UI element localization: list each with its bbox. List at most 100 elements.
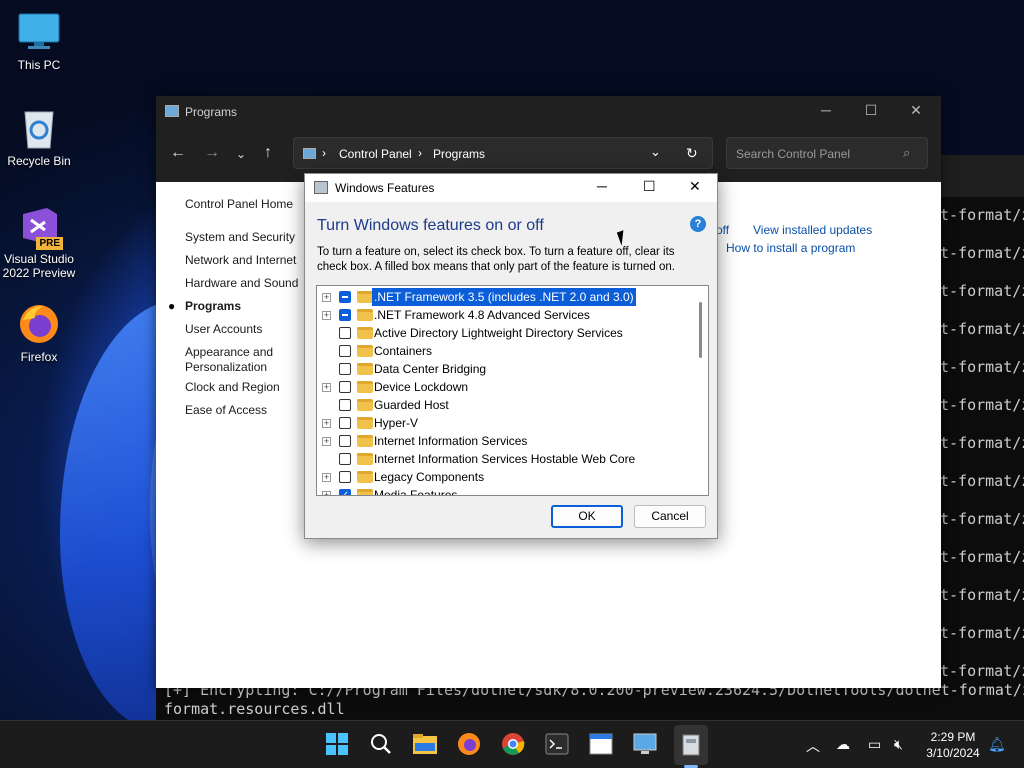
cancel-button[interactable]: Cancel: [634, 505, 706, 528]
search-input[interactable]: Search Control Panel: [736, 147, 850, 161]
address-dropdown-icon[interactable]: ⌄: [650, 144, 661, 160]
feature-label[interactable]: Data Center Bridging: [372, 360, 488, 378]
back-arrow-icon[interactable]: ←: [170, 144, 186, 162]
feature-row[interactable]: + Internet Information Services: [317, 432, 697, 450]
sidebar-item-appearance-line2[interactable]: Personalization: [185, 360, 267, 374]
maximize-button[interactable]: ☐: [856, 102, 886, 122]
feature-checkbox[interactable]: [339, 399, 351, 411]
help-icon[interactable]: ?: [690, 216, 706, 232]
system-clock[interactable]: 2:29 PM 3/10/2024: [918, 729, 988, 761]
windows-features-dialog[interactable]: Windows Features ─ ☐ ✕ Turn Windows feat…: [304, 173, 718, 539]
feature-row[interactable]: + Hyper-V: [317, 414, 697, 432]
feature-checkbox[interactable]: [339, 453, 351, 465]
terminal-line: t-format/z: [940, 396, 1024, 414]
feature-label[interactable]: .NET Framework 4.8 Advanced Services: [372, 306, 592, 324]
search-icon[interactable]: [368, 731, 394, 757]
feature-checkbox[interactable]: [339, 363, 351, 375]
file-explorer-icon[interactable]: [412, 731, 438, 757]
feature-label[interactable]: Guarded Host: [372, 396, 451, 414]
desktop-icon-firefox[interactable]: Firefox: [0, 302, 78, 364]
sidebar-control-panel-home[interactable]: Control Panel Home: [185, 197, 293, 211]
feature-checkbox[interactable]: ✓: [339, 489, 351, 495]
feature-label[interactable]: Containers: [372, 342, 434, 360]
feature-row[interactable]: + .NET Framework 3.5 (includes .NET 2.0 a…: [317, 288, 697, 306]
close-button[interactable]: ✕: [901, 102, 931, 122]
remote-desktop-icon[interactable]: [632, 731, 658, 757]
feature-row[interactable]: + .NET Framework 4.8 Advanced Services: [317, 306, 697, 324]
control-panel-icon[interactable]: [674, 725, 708, 765]
feature-row[interactable]: Active Directory Lightweight Directory S…: [317, 324, 697, 342]
chrome-icon[interactable]: [500, 731, 526, 757]
feature-label[interactable]: Legacy Components: [372, 468, 486, 486]
minimize-button[interactable]: ─: [597, 178, 607, 194]
network-icon[interactable]: ▭: [868, 736, 881, 753]
cloud-offline-icon[interactable]: ☁: [836, 736, 850, 753]
desktop-icon-visual-studio[interactable]: PRE Visual Studio 2022 Preview: [0, 204, 78, 280]
start-icon[interactable]: [324, 731, 350, 757]
maximize-button[interactable]: ☐: [643, 178, 656, 195]
feature-checkbox[interactable]: [339, 471, 351, 483]
terminal-icon[interactable]: [544, 731, 570, 757]
feature-row[interactable]: Containers: [317, 342, 697, 360]
feature-row[interactable]: + Legacy Components: [317, 468, 697, 486]
sidebar-item-network[interactable]: Network and Internet: [185, 253, 296, 267]
feature-checkbox[interactable]: [339, 345, 351, 357]
search-box[interactable]: Search Control Panel ⌕: [726, 137, 928, 169]
minimize-button[interactable]: ─: [811, 102, 841, 122]
feature-checkbox[interactable]: [339, 291, 351, 303]
feature-label[interactable]: Active Directory Lightweight Directory S…: [372, 324, 625, 342]
notification-bell-icon[interactable]: 🔔︎: [988, 736, 1006, 753]
expand-icon[interactable]: +: [322, 311, 331, 320]
feature-label[interactable]: Media Features: [372, 486, 459, 495]
feature-label[interactable]: Internet Information Services Hostable W…: [372, 450, 637, 468]
dialog-titlebar[interactable]: Windows Features ─ ☐ ✕: [305, 174, 717, 202]
address-bar[interactable]: › Control Panel › Programs ⌄ ↻: [293, 137, 713, 169]
scrollbar-thumb[interactable]: [699, 302, 702, 358]
feature-label[interactable]: .NET Framework 3.5 (includes .NET 2.0 an…: [372, 288, 636, 306]
expand-icon[interactable]: +: [322, 437, 331, 446]
forward-arrow-icon[interactable]: →: [204, 144, 220, 162]
refresh-icon[interactable]: ↻: [686, 145, 698, 162]
breadcrumb-control-panel[interactable]: Control Panel: [339, 147, 412, 161]
sidebar-item-user-accounts[interactable]: User Accounts: [185, 322, 262, 336]
feature-checkbox[interactable]: [339, 417, 351, 429]
feature-checkbox[interactable]: [339, 309, 351, 321]
sidebar-item-ease-of-access[interactable]: Ease of Access: [185, 403, 267, 417]
sidebar-item-clock-region[interactable]: Clock and Region: [185, 380, 280, 394]
feature-label[interactable]: Hyper-V: [372, 414, 420, 432]
feature-label[interactable]: Internet Information Services: [372, 432, 529, 450]
breadcrumb-programs[interactable]: Programs: [433, 147, 485, 161]
chevron-up-icon[interactable]: ︿: [806, 736, 820, 756]
firefox-icon[interactable]: [456, 731, 482, 757]
features-tree[interactable]: + .NET Framework 3.5 (includes .NET 2.0 a…: [316, 285, 709, 496]
expand-icon[interactable]: +: [322, 473, 331, 482]
expand-icon[interactable]: +: [322, 293, 331, 302]
sidebar-item-system-security[interactable]: System and Security: [185, 230, 295, 244]
desktop-icon-this-pc[interactable]: This PC: [0, 10, 78, 72]
sidebar-item-hardware[interactable]: Hardware and Sound: [185, 276, 298, 290]
feature-row[interactable]: Data Center Bridging: [317, 360, 697, 378]
feature-checkbox[interactable]: [339, 435, 351, 447]
recent-locations-chevron-icon[interactable]: ⌄: [236, 147, 246, 161]
feature-checkbox[interactable]: [339, 381, 351, 393]
up-arrow-icon[interactable]: ↑: [264, 144, 272, 162]
link-how-to-install[interactable]: How to install a program: [726, 241, 855, 255]
expand-icon[interactable]: +: [322, 491, 331, 495]
feature-row[interactable]: Guarded Host: [317, 396, 697, 414]
search-icon[interactable]: ⌕: [903, 145, 910, 161]
ok-button[interactable]: OK: [551, 505, 623, 528]
sidebar-item-programs[interactable]: Programs: [185, 299, 241, 313]
notepad-icon[interactable]: [588, 731, 614, 757]
feature-label[interactable]: Device Lockdown: [372, 378, 470, 396]
expand-icon[interactable]: +: [322, 383, 331, 392]
feature-row[interactable]: Internet Information Services Hostable W…: [317, 450, 697, 468]
link-view-installed-updates[interactable]: View installed updates: [753, 223, 872, 237]
feature-row[interactable]: + Device Lockdown: [317, 378, 697, 396]
expand-icon[interactable]: +: [322, 419, 331, 428]
close-button[interactable]: ✕: [689, 178, 701, 195]
sidebar-item-appearance-line1[interactable]: Appearance and: [185, 345, 273, 359]
desktop-icon-recycle-bin[interactable]: Recycle Bin: [0, 106, 78, 168]
volume-muted-icon[interactable]: 🔇︎: [894, 736, 903, 753]
feature-checkbox[interactable]: [339, 327, 351, 339]
feature-row[interactable]: + ✓ Media Features: [317, 486, 697, 495]
